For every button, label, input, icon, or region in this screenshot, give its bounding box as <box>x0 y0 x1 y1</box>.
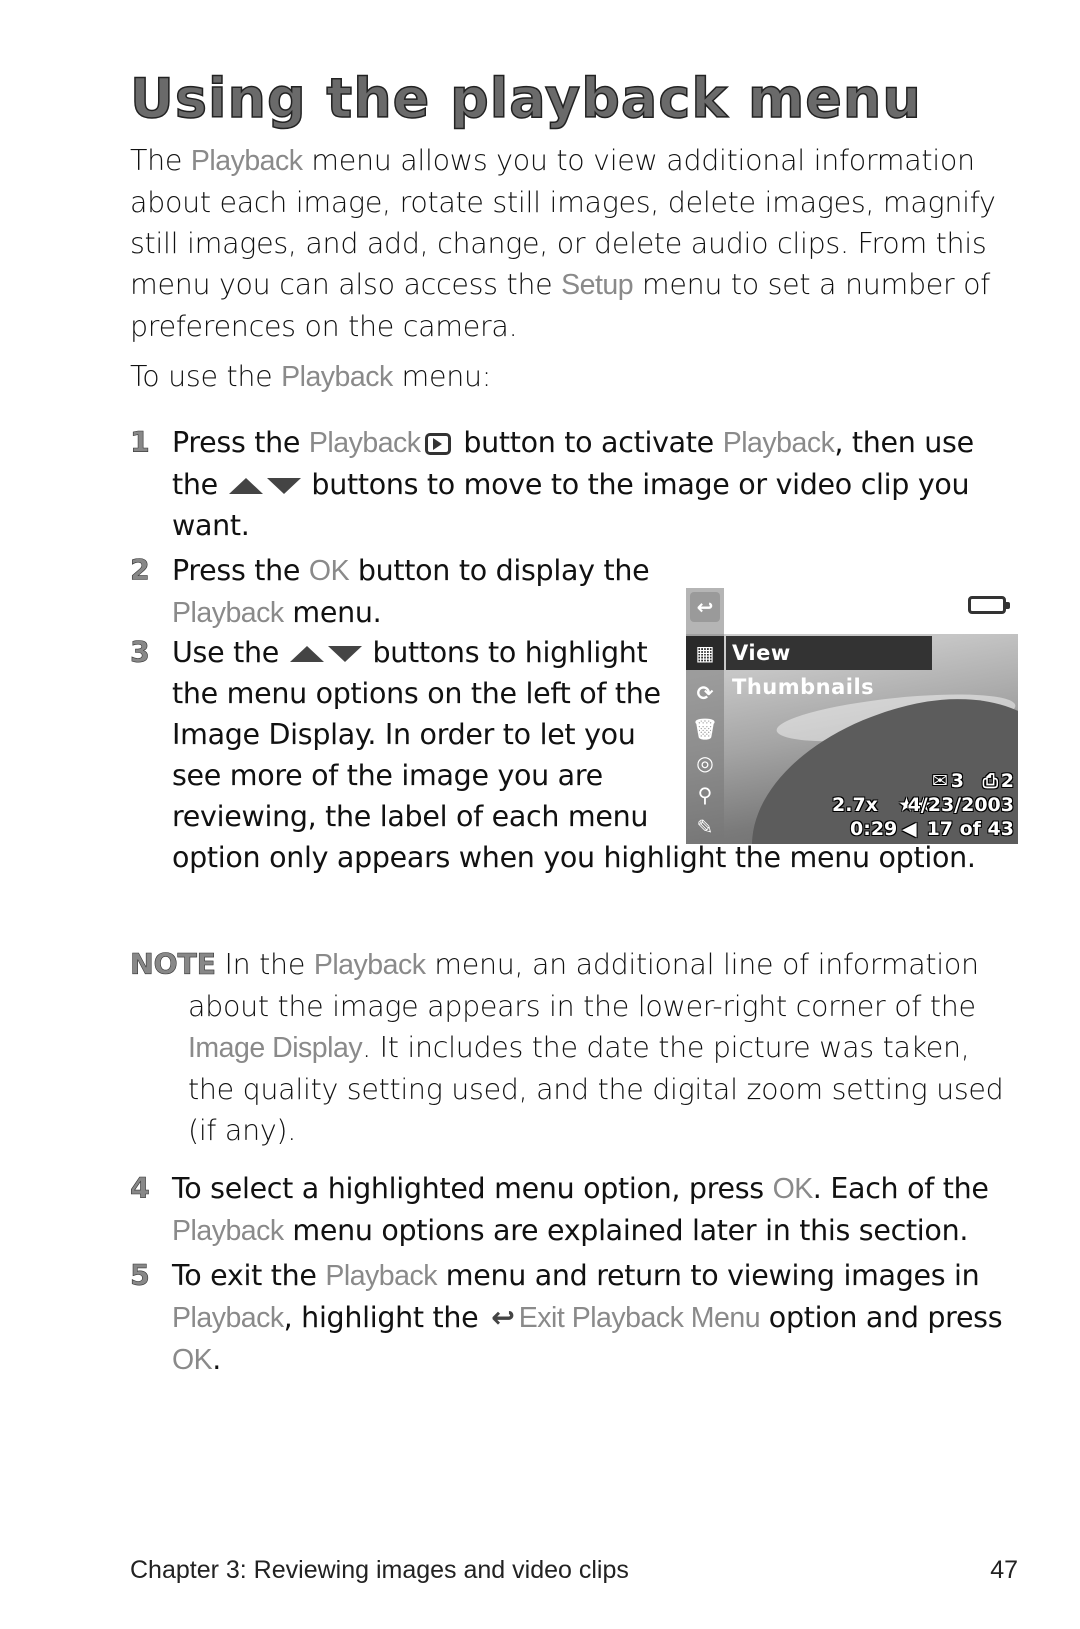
up-arrow-icon <box>228 478 263 494</box>
playback-button-icon <box>424 433 451 455</box>
speaker-icon: ◀ <box>902 818 917 840</box>
email-count: 3 <box>950 770 964 792</box>
step-text: menu. <box>283 596 382 629</box>
down-arrow-icon <box>266 478 301 494</box>
step-number: 3 <box>130 636 150 670</box>
term-playback: Playback <box>308 427 421 459</box>
highlighted-menu-option[interactable]: View Thumbnails <box>726 636 932 699</box>
lead-in-text: menu: <box>392 360 492 393</box>
term-ok: OK <box>172 1344 213 1376</box>
step-number: 4 <box>130 1172 150 1206</box>
exit-icon[interactable]: ↩ <box>690 592 720 622</box>
print-icon: ⎙ <box>982 770 998 792</box>
step-number: 5 <box>130 1259 150 1293</box>
thumbnails-icon[interactable]: ▦ <box>686 636 724 670</box>
step-text: button to display the <box>349 554 650 587</box>
term-setup: Setup <box>561 269 634 301</box>
step-body: Press the Playback button to activate Pl… <box>172 422 1010 546</box>
term-ok: OK <box>308 555 350 587</box>
step-body: Press the OK button to display the Playb… <box>172 550 650 634</box>
term-playback: Playback <box>190 145 303 177</box>
term-ok: OK <box>772 1173 814 1205</box>
step-text: button to activate <box>454 426 723 459</box>
step-body: To select a highlighted menu option, pre… <box>172 1168 1010 1252</box>
step-text: . <box>212 1343 221 1376</box>
print-count: 2 <box>1000 770 1014 792</box>
term-playback: Playback <box>281 361 393 393</box>
exit-arrow-icon: ↩ <box>491 1301 515 1334</box>
footer-chapter: Chapter 3: Reviewing images and video cl… <box>130 1556 629 1584</box>
note-text: In the <box>215 948 314 981</box>
delete-icon[interactable]: 🗑 <box>690 714 720 744</box>
term-image-display: Image Display <box>188 1032 363 1064</box>
step-5: 5 To exit the Playback menu and return t… <box>130 1255 1010 1381</box>
page-title: Using the playback menu <box>129 67 922 130</box>
step-4: 4 To select a highlighted menu option, p… <box>130 1168 1010 1252</box>
lead-in: To use the Playback menu: <box>130 356 1010 398</box>
term-playback: Playback <box>722 427 835 459</box>
audio-length: 0:29 <box>850 818 898 840</box>
note: NOTE In the Playback menu, an additional… <box>130 944 1010 1151</box>
camera-image-display: ↩ ▦ ⟳ 🗑 ◎ ⚲ ✎ View Thumbnails ✉ 3 ⎙ 2 2.… <box>686 588 1018 844</box>
step-text: . Each of the <box>812 1172 989 1205</box>
step-text: , highlight the <box>283 1301 488 1334</box>
term-playback: Playback <box>172 1215 284 1247</box>
playback-menu-column: ↩ ▦ ⟳ 🗑 ◎ ⚲ ✎ <box>686 588 724 844</box>
term-playback: Playback <box>172 1302 284 1334</box>
audio-icon[interactable]: ◎ <box>690 748 720 778</box>
up-arrow-icon <box>289 646 324 662</box>
step-body: To exit the Playback menu and return to … <box>172 1255 1010 1381</box>
email-icon: ✉ <box>932 770 948 792</box>
step-number: 2 <box>130 554 150 588</box>
intro-paragraph: The Playback menu allows you to view add… <box>130 140 1010 347</box>
zoom-readout: 2.7x <box>832 794 878 816</box>
setup-icon[interactable]: ✎ <box>690 812 720 842</box>
note-body: NOTE In the Playback menu, an additional… <box>130 944 1010 1151</box>
lead-in-text: To use the <box>130 360 282 393</box>
step-text: menu and return to viewing images in <box>437 1259 980 1292</box>
date-readout: 4/23/2003 <box>907 794 1014 816</box>
note-label: NOTE <box>130 948 217 982</box>
magnify-icon[interactable]: ⚲ <box>690 780 720 810</box>
term-exit-playback-menu: Exit Playback Menu <box>518 1302 761 1334</box>
step-text: Press the <box>172 426 309 459</box>
step-text: Use the <box>172 636 288 669</box>
step-number: 1 <box>130 426 150 460</box>
page-number: 47 <box>990 1556 1018 1584</box>
step-text: To select a highlighted menu option, pre… <box>172 1172 773 1205</box>
image-index: 17 of 43 <box>926 818 1014 840</box>
down-arrow-icon <box>327 646 362 662</box>
term-playback: Playback <box>172 597 284 629</box>
step-2: 2 Press the OK button to display the Pla… <box>130 550 650 632</box>
step-1: 1 Press the Playback button to activate … <box>130 422 1010 547</box>
step-text: option and press <box>760 1301 1003 1334</box>
step-text: Press the <box>172 554 309 587</box>
term-playback: Playback <box>325 1260 438 1292</box>
intro-text: The <box>130 144 191 177</box>
rotate-icon[interactable]: ⟳ <box>690 678 720 708</box>
battery-icon <box>968 596 1010 614</box>
step-text: To exit the <box>172 1259 326 1292</box>
step-text: menu options are explained later in this… <box>283 1214 969 1247</box>
term-playback: Playback <box>313 949 426 981</box>
